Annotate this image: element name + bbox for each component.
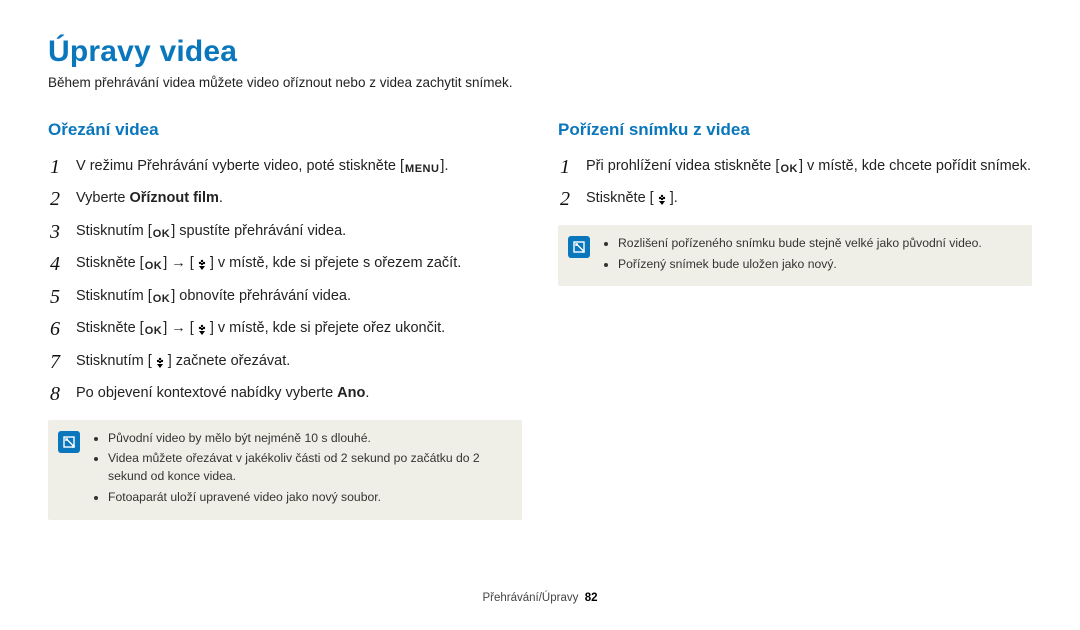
text: Stiskněte [ xyxy=(76,320,144,336)
text: ] v místě, kde si přejete ořez ukončit. xyxy=(210,320,445,336)
text: Stisknutím [ xyxy=(76,353,152,369)
left-step-4: Stiskněte [OK] → [ ] v místě, kde si přej… xyxy=(50,247,522,279)
text: ] → [ xyxy=(163,255,194,271)
right-step-2: Stiskněte []. xyxy=(560,182,1032,214)
text: . xyxy=(365,385,369,401)
text: ] obnovíte přehrávání videa. xyxy=(171,288,351,304)
note-icon xyxy=(58,431,80,453)
left-step-5: Stisknutím [OK] obnovíte přehrávání vide… xyxy=(50,280,522,312)
left-step-7: Stisknutím [ ] začnete ořezávat. xyxy=(50,345,522,377)
text: . xyxy=(219,190,223,206)
page-footer: Přehrávání/Úpravy 82 xyxy=(0,592,1080,604)
left-step-6: Stiskněte [OK] → [ ] v místě, kde si přej… xyxy=(50,312,522,344)
right-step-1: Při prohlížení videa stiskněte [OK] v mí… xyxy=(560,150,1032,182)
left-heading: Ořezání videa xyxy=(48,120,522,140)
list-item: Rozlišení pořízeného snímku bude stejně … xyxy=(618,235,982,253)
flower-down-icon xyxy=(194,257,210,271)
text: ]. xyxy=(670,190,678,206)
text: Stiskněte [ xyxy=(76,255,144,271)
list-item: Fotoaparát uloží upravené video jako nov… xyxy=(108,489,508,507)
text: ] začnete ořezávat. xyxy=(168,353,291,369)
right-note-list: Rozlišení pořízeného snímku bude stejně … xyxy=(602,235,982,276)
manual-page: Úpravy videa Během přehrávání videa může… xyxy=(0,0,1080,630)
right-column: Pořízení snímku z videa Při prohlížení v… xyxy=(558,110,1032,520)
text: ]. xyxy=(440,158,448,174)
page-title: Úpravy videa xyxy=(48,35,1032,69)
list-item: Videa můžete ořezávat v jakékoliv části … xyxy=(108,450,508,485)
left-step-8: Po objevení kontextové nabídky vyberte A… xyxy=(50,377,522,409)
ok-icon: OK xyxy=(152,292,172,306)
menu-icon: MENU xyxy=(404,162,440,176)
text: Po objevení kontextové nabídky vyberte xyxy=(76,385,337,401)
flower-down-icon xyxy=(152,355,168,369)
bold-text: Oříznout film xyxy=(129,190,218,206)
left-step-1: V režimu Přehrávání vyberte video, poté … xyxy=(50,150,522,182)
right-steps: Při prohlížení videa stiskněte [OK] v mí… xyxy=(558,150,1032,215)
text: ] v místě, kde chcete pořídit snímek. xyxy=(799,158,1031,174)
right-heading: Pořízení snímku z videa xyxy=(558,120,1032,140)
flower-down-icon xyxy=(194,322,210,336)
left-column: Ořezání videa V režimu Přehrávání vybert… xyxy=(48,110,522,520)
text: V režimu Přehrávání vyberte video, poté … xyxy=(76,158,404,174)
text: ] v místě, kde si přejete s ořezem začít… xyxy=(210,255,461,271)
text: Stiskněte [ xyxy=(586,190,654,206)
text: Stisknutím [ xyxy=(76,288,152,304)
text: Při prohlížení videa stiskněte [ xyxy=(586,158,779,174)
ok-icon: OK xyxy=(144,324,164,338)
list-item: Pořízený snímek bude uložen jako nový. xyxy=(618,256,982,274)
right-note: Rozlišení pořízeného snímku bude stejně … xyxy=(558,225,1032,286)
page-number: 82 xyxy=(585,592,598,604)
note-icon xyxy=(568,236,590,258)
left-steps: V režimu Přehrávání vyberte video, poté … xyxy=(48,150,522,410)
text: Vyberte xyxy=(76,190,129,206)
left-note-list: Původní video by mělo být nejméně 10 s d… xyxy=(92,430,508,510)
ok-icon: OK xyxy=(144,259,164,273)
left-step-3: Stisknutím [OK] spustíte přehrávání vide… xyxy=(50,215,522,247)
left-step-2: Vyberte Oříznout film. xyxy=(50,182,522,214)
text: ] → [ xyxy=(163,320,194,336)
footer-path: Přehrávání/Úpravy xyxy=(482,592,578,604)
bold-text: Ano xyxy=(337,385,365,401)
text: ] spustíte přehrávání videa. xyxy=(171,223,346,239)
list-item: Původní video by mělo být nejméně 10 s d… xyxy=(108,430,508,448)
page-lead: Během přehrávání videa můžete video oříz… xyxy=(48,75,1032,90)
text: Stisknutím [ xyxy=(76,223,152,239)
flower-down-icon xyxy=(654,192,670,206)
columns: Ořezání videa V režimu Přehrávání vybert… xyxy=(48,110,1032,520)
ok-icon: OK xyxy=(779,162,799,176)
ok-icon: OK xyxy=(152,227,172,241)
left-note: Původní video by mělo být nejméně 10 s d… xyxy=(48,420,522,520)
